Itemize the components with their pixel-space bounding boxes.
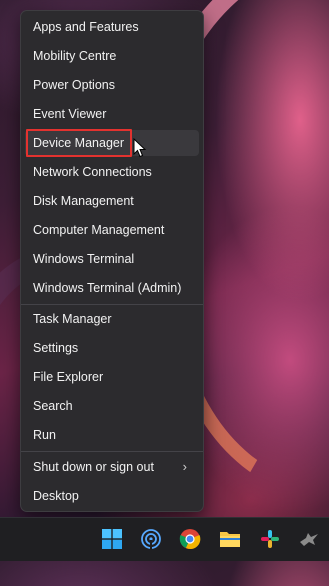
menu-item-file-explorer[interactable]: File Explorer	[25, 364, 199, 390]
menu-separator	[21, 304, 203, 305]
menu-item-shut-down-or-sign-out[interactable]: Shut down or sign out ›	[25, 454, 199, 480]
network-icon[interactable]	[139, 527, 163, 551]
menu-item-task-manager[interactable]: Task Manager	[25, 306, 199, 332]
taskbar	[0, 517, 329, 561]
menu-item-run[interactable]: Run	[25, 422, 199, 448]
menu-item-apps-and-features[interactable]: Apps and Features	[25, 14, 199, 40]
slack-icon[interactable]	[258, 527, 282, 551]
menu-item-device-manager[interactable]: Device Manager	[25, 129, 199, 157]
menu-item-mobility-centre[interactable]: Mobility Centre	[25, 43, 199, 69]
highlight-box	[26, 129, 132, 157]
windows-start-icon[interactable]	[100, 527, 124, 551]
menu-item-windows-terminal[interactable]: Windows Terminal	[25, 246, 199, 272]
menu-item-disk-management[interactable]: Disk Management	[25, 188, 199, 214]
menu-item-event-viewer[interactable]: Event Viewer	[25, 101, 199, 127]
bird-app-icon[interactable]	[297, 527, 321, 551]
file-explorer-icon[interactable]	[218, 527, 242, 551]
menu-item-power-options[interactable]: Power Options	[25, 72, 199, 98]
menu-item-network-connections[interactable]: Network Connections	[25, 159, 199, 185]
chevron-right-icon: ›	[182, 459, 187, 474]
mouse-cursor-icon	[133, 138, 147, 158]
menu-item-desktop[interactable]: Desktop	[25, 483, 199, 509]
menu-item-windows-terminal-admin[interactable]: Windows Terminal (Admin)	[25, 275, 199, 301]
winx-context-menu: Apps and Features Mobility Centre Power …	[20, 10, 204, 512]
menu-separator	[21, 451, 203, 452]
chrome-icon[interactable]	[178, 527, 202, 551]
menu-item-search[interactable]: Search	[25, 393, 199, 419]
menu-item-settings[interactable]: Settings	[25, 335, 199, 361]
menu-item-computer-management[interactable]: Computer Management	[25, 217, 199, 243]
